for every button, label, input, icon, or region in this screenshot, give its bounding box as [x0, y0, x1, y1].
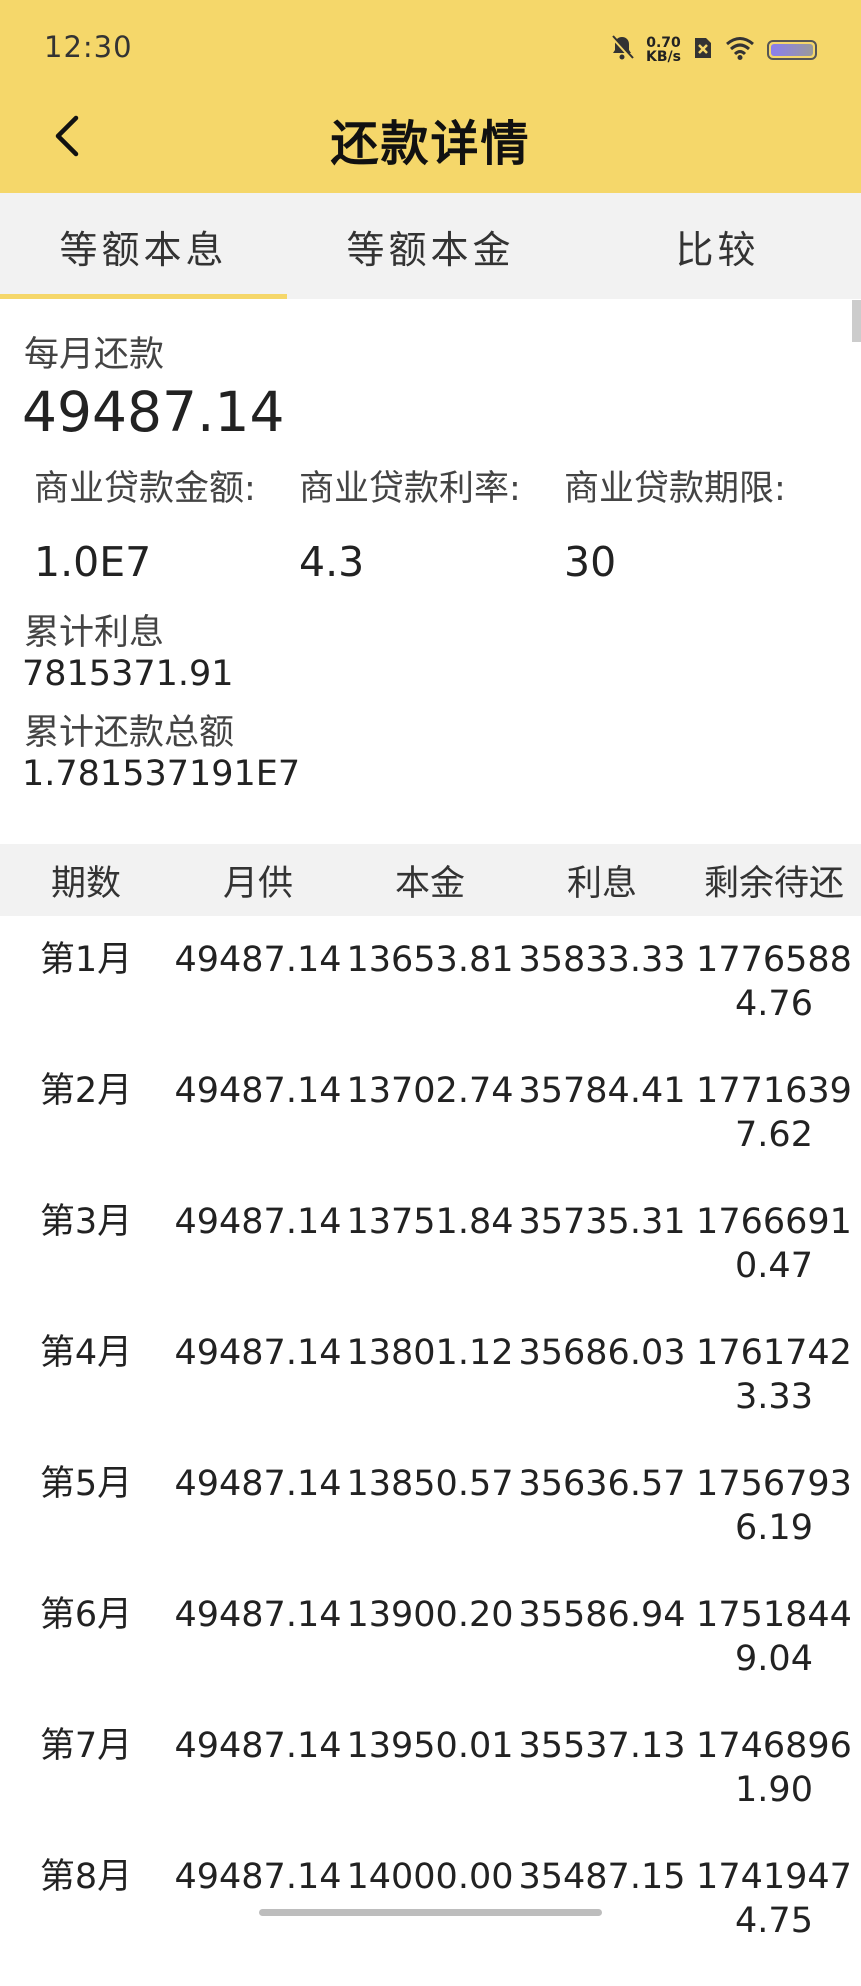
cell-monthly: 49487.14	[174, 1726, 342, 1766]
cell-interest: 35537.13	[518, 1726, 686, 1766]
status-time: 12:30	[44, 30, 133, 64]
cell-monthly: 49487.14	[174, 940, 342, 980]
loan-amount-label: 商业贷款金额:	[34, 469, 256, 509]
cell-principal: 13850.57	[346, 1464, 514, 1504]
cell-monthly: 49487.14	[174, 1071, 342, 1111]
header-interest: 利息	[566, 863, 637, 904]
cell-interest: 35636.57	[518, 1464, 686, 1504]
cell-remaining: 17617423.33	[696, 1333, 852, 1417]
cell-period: 第7月	[39, 1726, 133, 1766]
monthly-payment-value: 49487.14	[22, 380, 285, 444]
cell-monthly: 49487.14	[174, 1595, 342, 1635]
cell-period: 第4月	[39, 1333, 133, 1373]
cell-principal: 14000.00	[346, 1857, 514, 1897]
tab-compare[interactable]: 比较	[574, 193, 861, 299]
cell-period: 第8月	[39, 1857, 133, 1897]
cell-remaining: 17419474.75	[696, 1857, 852, 1941]
table-header: 期数 月供 本金 利息 剩余待还	[0, 844, 861, 916]
wifi-icon	[725, 36, 755, 64]
table-row: 第8月 49487.14 14000.00 35487.15 17419474.…	[0, 1855, 861, 1986]
table-row: 第5月 49487.14 13850.57 35636.57 17567936.…	[0, 1462, 861, 1593]
app-bar: 12:30 0.70 KB/s 还款详情	[0, 0, 861, 193]
header-period: 期数	[50, 863, 121, 904]
total-interest-label: 累计利息	[24, 613, 165, 653]
cell-principal: 13702.74	[346, 1071, 514, 1111]
cell-monthly: 49487.14	[174, 1333, 342, 1373]
total-repayment-label: 累计还款总额	[24, 713, 235, 753]
cell-interest: 35784.41	[518, 1071, 686, 1111]
cell-period: 第5月	[39, 1464, 133, 1504]
total-interest-value: 7815371.91	[22, 654, 234, 694]
table-row: 第7月 49487.14 13950.01 35537.13 17468961.…	[0, 1724, 861, 1855]
loan-rate-label: 商业贷款利率:	[299, 469, 521, 509]
total-repayment-value: 1.781537191E7	[22, 754, 301, 794]
cell-monthly: 49487.14	[174, 1202, 342, 1242]
repayment-table: 第1月 49487.14 13653.81 35833.33 17765884.…	[0, 938, 861, 1986]
battery-icon	[767, 40, 817, 60]
table-row: 第6月 49487.14 13900.20 35586.94 17518449.…	[0, 1593, 861, 1724]
cell-principal: 13900.20	[346, 1595, 514, 1635]
header-monthly: 月供	[222, 863, 293, 904]
cell-remaining: 17765884.76	[696, 940, 852, 1024]
cell-interest: 35833.33	[518, 940, 686, 980]
cell-remaining: 17716397.62	[696, 1071, 852, 1155]
cell-principal: 13751.84	[346, 1202, 514, 1242]
cell-remaining: 17567936.19	[696, 1464, 852, 1548]
table-row: 第1月 49487.14 13653.81 35833.33 17765884.…	[0, 938, 861, 1069]
cell-interest: 35735.31	[518, 1202, 686, 1242]
cell-interest: 35686.03	[518, 1333, 686, 1373]
cell-period: 第1月	[39, 940, 133, 980]
net-speed-unit: KB/s	[646, 49, 681, 65]
monthly-payment-label: 每月还款	[24, 335, 165, 375]
cell-principal: 13801.12	[346, 1333, 514, 1373]
cell-monthly: 49487.14	[174, 1857, 342, 1897]
status-icons: 0.70 KB/s	[610, 30, 817, 70]
cell-principal: 13950.01	[346, 1726, 514, 1766]
cell-principal: 13653.81	[346, 940, 514, 980]
cell-remaining: 17518449.04	[696, 1595, 852, 1679]
cell-period: 第2月	[39, 1071, 133, 1111]
loan-term-value: 30	[564, 538, 617, 586]
loan-amount-value: 1.0E7	[34, 538, 152, 586]
cell-period: 第3月	[39, 1202, 133, 1242]
loan-term-label: 商业贷款期限:	[564, 469, 786, 509]
cell-interest: 35586.94	[518, 1595, 686, 1635]
header-remaining: 剩余待还	[703, 863, 844, 904]
tab-equal-installment[interactable]: 等额本息	[0, 193, 287, 299]
tab-bar: 等额本息 等额本金 比较	[0, 193, 861, 299]
loan-amount: 商业贷款金额: 1.0E7	[34, 460, 299, 586]
table-row: 第3月 49487.14 13751.84 35735.31 17666910.…	[0, 1200, 861, 1331]
net-speed: 0.70 KB/s	[646, 36, 681, 64]
loan-parameters: 商业贷款金额: 1.0E7 商业贷款利率: 4.3 商业贷款期限: 30	[34, 460, 844, 586]
header-principal: 本金	[394, 863, 465, 904]
table-row: 第2月 49487.14 13702.74 35784.41 17716397.…	[0, 1069, 861, 1200]
loan-rate-value: 4.3	[299, 538, 365, 586]
loan-rate: 商业贷款利率: 4.3	[299, 460, 564, 586]
net-speed-value: 0.70	[646, 35, 681, 51]
page-title: 还款详情	[330, 116, 531, 172]
cell-interest: 35487.15	[518, 1857, 686, 1897]
cell-period: 第6月	[39, 1595, 133, 1635]
cell-monthly: 49487.14	[174, 1464, 342, 1504]
mute-bell-icon	[610, 35, 634, 65]
scrollbar[interactable]	[852, 300, 861, 342]
battery-level	[771, 44, 813, 56]
cell-remaining: 17666910.47	[696, 1202, 852, 1286]
tab-equal-principal[interactable]: 等额本金	[287, 193, 574, 299]
loan-term: 商业贷款期限: 30	[564, 460, 829, 586]
home-indicator[interactable]	[259, 1909, 602, 1916]
sim-off-icon	[693, 36, 713, 64]
cell-remaining: 17468961.90	[696, 1726, 852, 1810]
table-row: 第4月 49487.14 13801.12 35686.03 17617423.…	[0, 1331, 861, 1462]
